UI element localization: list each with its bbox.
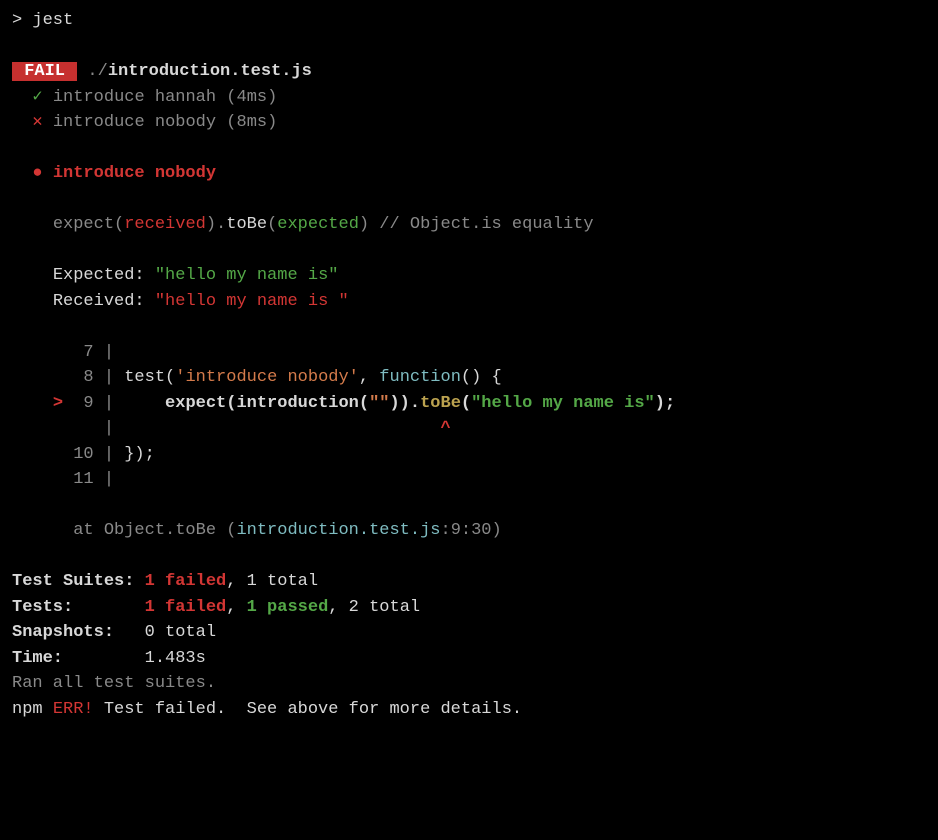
expected-keyword: expected <box>277 215 359 234</box>
test-name: introduce nobody <box>53 113 216 132</box>
expected-label: Expected: <box>53 266 155 285</box>
failed-test-name: introduce nobody <box>53 164 216 183</box>
time-value: 1.483s <box>145 649 206 668</box>
received-line: Received: "hello my name is " <box>12 289 926 315</box>
blank-line <box>12 314 926 340</box>
snapshots-value: 0 total <box>145 623 216 642</box>
npm-err-msg: Test failed. See above for more details. <box>94 700 522 719</box>
command-prompt: > jest <box>12 8 926 34</box>
test-row: ✓ introduce hannah (4ms) <box>12 85 926 111</box>
summary-time: Time: 1.483s <box>12 646 926 672</box>
fail-line: FAIL ./introduction.test.js <box>12 59 926 85</box>
summary-suites: Test Suites: 1 failed, 1 total <box>12 569 926 595</box>
stack-file: introduction.test.js <box>236 521 440 540</box>
suites-label: Test Suites: <box>12 572 145 591</box>
summary-snapshots: Snapshots: 0 total <box>12 620 926 646</box>
received-keyword: received <box>124 215 206 234</box>
line-num: 7 <box>73 343 93 362</box>
blank-line <box>12 238 926 264</box>
line-num: 11 <box>73 470 93 489</box>
code-line-8: 8 | test('introduce nobody', function() … <box>12 365 926 391</box>
stack-loc: :9:30) <box>441 521 502 540</box>
summary-tests: Tests: 1 failed, 1 passed, 2 total <box>12 595 926 621</box>
expected-line: Expected: "hello my name is" <box>12 263 926 289</box>
test-time: (4ms) <box>226 88 277 107</box>
received-value: "hello my name is " <box>155 292 349 311</box>
error-pointer-icon: > <box>53 394 63 413</box>
expected-value: "hello my name is" <box>155 266 339 285</box>
bullet-icon: ● <box>32 164 42 183</box>
code-line-7: 7 | <box>12 340 926 366</box>
stack-trace: at Object.toBe (introduction.test.js:9:3… <box>12 518 926 544</box>
prompt-text: > jest <box>12 11 73 30</box>
failed-section-header: ● introduce nobody <box>12 161 926 187</box>
code-line-10: 10 | }); <box>12 442 926 468</box>
line-num: 8 <box>73 368 93 387</box>
code-line-11: 11 | <box>12 467 926 493</box>
test-row: ✕ introduce nobody (8ms) <box>12 110 926 136</box>
code-line-9: > 9 | expect(introduction("")).toBe("hel… <box>12 391 926 417</box>
file-prefix: ./ <box>77 62 108 81</box>
npm-error-line: npm ERR! Test failed. See above for more… <box>12 697 926 723</box>
tests-passed: 1 passed <box>247 598 329 617</box>
blank-line <box>12 187 926 213</box>
blank-line <box>12 34 926 60</box>
check-icon: ✓ <box>32 88 42 107</box>
expect-syntax-line: expect(received).toBe(expected) // Objec… <box>12 212 926 238</box>
received-label: Received: <box>53 292 155 311</box>
suites-failed: 1 failed <box>145 572 227 591</box>
x-icon: ✕ <box>32 113 42 132</box>
tests-label: Tests: <box>12 598 145 617</box>
blank-line <box>12 493 926 519</box>
line-num: 10 <box>73 445 93 464</box>
npm-err-label: ERR! <box>53 700 94 719</box>
snapshots-label: Snapshots: <box>12 623 145 642</box>
line-num: 9 <box>73 394 93 413</box>
blank-line <box>12 136 926 162</box>
time-label: Time: <box>12 649 145 668</box>
file-name: introduction.test.js <box>108 62 312 81</box>
test-name: introduce hannah <box>53 88 216 107</box>
test-time: (8ms) <box>226 113 277 132</box>
ran-all-suites: Ran all test suites. <box>12 671 926 697</box>
caret-icon: ^ <box>441 419 451 438</box>
fail-badge: FAIL <box>12 62 77 81</box>
tests-failed: 1 failed <box>145 598 227 617</box>
caret-line: | ^ <box>12 416 926 442</box>
blank-line <box>12 544 926 570</box>
